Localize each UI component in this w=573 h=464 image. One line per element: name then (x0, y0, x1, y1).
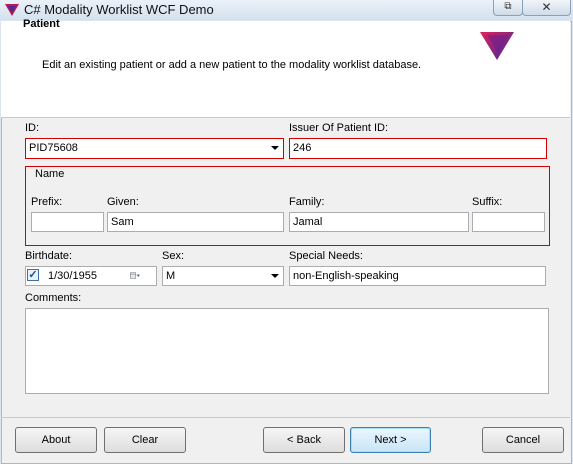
family-value: Jamal (293, 216, 323, 228)
id-value: PID75608 (29, 142, 78, 154)
name-group-legend: Name (33, 168, 67, 180)
given-input[interactable]: Sam (107, 212, 284, 232)
birthdate-checkbox[interactable]: ✓ (27, 269, 39, 281)
id-label: ID: (25, 122, 40, 134)
family-input[interactable]: Jamal (289, 212, 469, 232)
sex-label: Sex: (162, 250, 185, 262)
window-title: C# Modality Worklist WCF Demo (24, 2, 214, 17)
prefix-input[interactable] (31, 212, 104, 232)
id-combobox[interactable]: PID75608 (25, 138, 284, 159)
issuer-label: Issuer Of Patient ID: (289, 122, 389, 134)
issuer-input[interactable]: 246 (289, 138, 547, 159)
given-value: Sam (111, 216, 134, 228)
cancel-button[interactable]: Cancel (482, 427, 564, 453)
clear-button[interactable]: Clear (104, 427, 186, 453)
title-bar[interactable]: C# Modality Worklist WCF Demo ⧉ ✕ (0, 0, 573, 20)
prefix-label: Prefix: (31, 196, 63, 208)
sex-combobox[interactable]: M (162, 266, 284, 286)
special-needs-value: non-English-speaking (293, 270, 399, 282)
sex-value: M (166, 270, 176, 282)
suffix-input[interactable] (472, 212, 545, 232)
chevron-down-icon[interactable] (271, 274, 279, 278)
chevron-down-icon[interactable] (271, 146, 279, 150)
comments-textarea[interactable] (25, 308, 549, 394)
about-button[interactable]: About (15, 427, 97, 453)
page-title: Patient (23, 18, 60, 30)
page-subtitle: Edit an existing patient or add a new pa… (42, 59, 422, 71)
special-needs-input[interactable]: non-English-speaking (289, 266, 546, 286)
family-label: Family: (289, 196, 325, 208)
next-button[interactable]: Next > (350, 427, 431, 453)
given-label: Given: (107, 196, 139, 208)
birthdate-label: Birthdate: (25, 250, 73, 262)
issuer-value: 246 (293, 142, 312, 154)
back-button[interactable]: < Back (263, 427, 345, 453)
birthdate-value: 1/30/1955 (48, 270, 97, 282)
footer-divider (1, 417, 570, 418)
close-button[interactable]: ✕ (522, 0, 571, 16)
comments-label: Comments: (25, 292, 82, 304)
suffix-label: Suffix: (472, 196, 503, 208)
brand-logo-icon (480, 32, 514, 60)
app-logo-icon (5, 4, 19, 16)
calendar-dropdown-icon[interactable] (130, 270, 141, 281)
special-needs-label: Special Needs: (289, 250, 363, 262)
restore-button[interactable]: ⧉ (493, 0, 523, 16)
